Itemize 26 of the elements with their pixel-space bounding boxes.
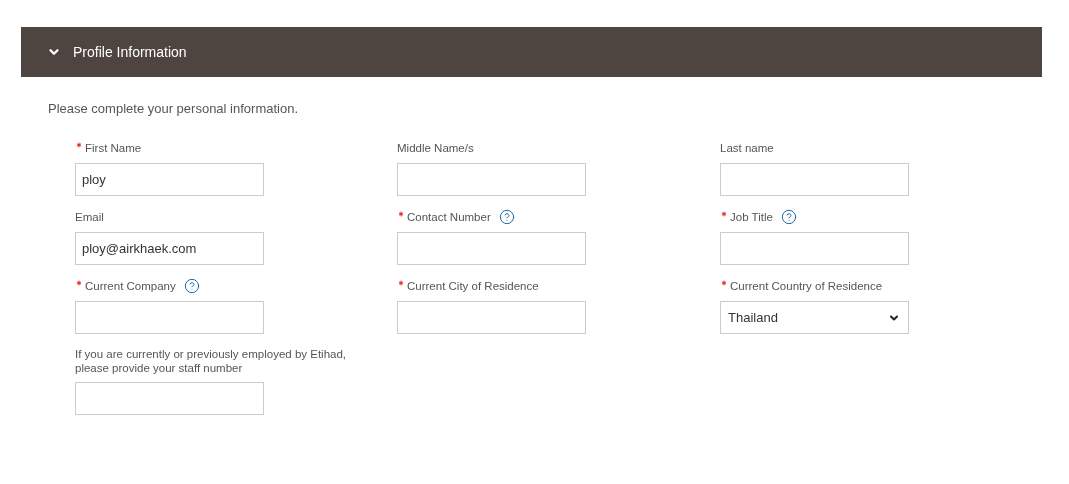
input-field[interactable]: ploy@airkhaek.com: [75, 232, 264, 265]
input-field[interactable]: [397, 232, 586, 265]
input-field[interactable]: ploy: [75, 163, 264, 196]
field-label: Contact Number: [407, 210, 491, 224]
field-label: Current City of Residence: [407, 279, 539, 293]
field-label: If you are currently or previously employed by Etihad, please provide your staff number: [75, 347, 348, 375]
help-icon[interactable]: [780, 209, 797, 225]
field-label: Middle Name/s: [397, 141, 474, 155]
input-field[interactable]: [397, 163, 586, 196]
intro-text: Please complete your personal information.: [48, 101, 300, 116]
help-icon[interactable]: [498, 209, 515, 225]
input-field[interactable]: [75, 382, 264, 415]
field-label: Current Company: [85, 279, 176, 293]
input-field[interactable]: [720, 163, 909, 196]
help-icon[interactable]: [183, 278, 200, 294]
field-label: First Name: [85, 141, 142, 155]
field-label: Job Title: [730, 210, 773, 224]
section-header[interactable]: Profile Information: [21, 27, 1042, 77]
section-title: Profile Information: [73, 44, 187, 60]
input-field[interactable]: [397, 301, 586, 334]
field-label: Email: [75, 210, 104, 224]
country-select[interactable]: Thailand: [720, 301, 909, 334]
input-field[interactable]: [75, 301, 264, 334]
field-label: Current Country of Residence: [730, 279, 883, 293]
input-field[interactable]: [720, 232, 909, 265]
field-label: Last name: [720, 141, 774, 155]
